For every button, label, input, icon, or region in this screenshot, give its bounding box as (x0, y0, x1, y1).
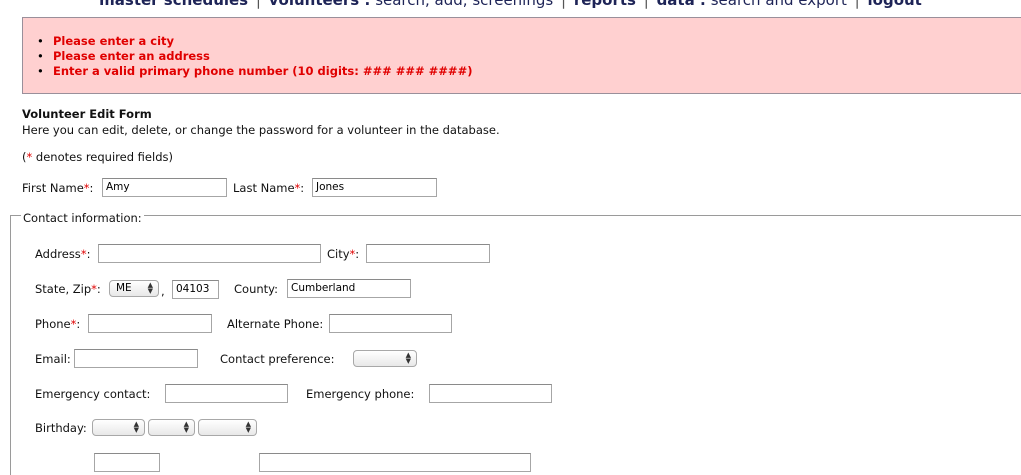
nav-logout-link[interactable]: logout (868, 0, 922, 9)
error-item: Please enter a city (37, 34, 472, 49)
nav-data-label: data : (656, 0, 706, 9)
top-navigation: master schedules | volunteers : search, … (0, 0, 1021, 9)
first-name-input[interactable]: Amy (102, 178, 227, 197)
city-input[interactable] (366, 244, 490, 263)
state-zip-label: State, Zip*: (35, 282, 101, 296)
form-title: Volunteer Edit Form (22, 107, 152, 121)
contact-information-legend: Contact information: (21, 211, 144, 225)
alternate-phone-label: Alternate Phone: (227, 317, 324, 331)
nav-volunteers-label: volunteers : (268, 0, 371, 9)
birthday-month-select[interactable]: ▲ ▼ (92, 419, 145, 436)
birthday-year-select[interactable]: ▲ ▼ (198, 419, 257, 436)
phone-label: Phone*: (35, 317, 81, 331)
address-label: Address*: (35, 247, 91, 261)
select-arrows-icon: ▲ ▼ (133, 420, 139, 434)
state-zip-comma: , (161, 284, 165, 298)
select-arrows-icon: ▲ ▼ (405, 351, 411, 365)
nav-separator: | (255, 0, 261, 9)
nav-separator: | (643, 0, 649, 9)
error-message-box: Please enter a city Please enter an addr… (22, 17, 1021, 94)
alternate-phone-input[interactable] (329, 314, 452, 333)
birthday-day-select[interactable]: ▲ ▼ (148, 419, 195, 436)
nav-separator: | (560, 0, 567, 9)
error-item: Please enter an address (37, 49, 472, 64)
first-name-label: First Name*: (22, 181, 94, 195)
select-arrows-icon: ▲ ▼ (245, 420, 251, 434)
email-input[interactable] (74, 349, 198, 368)
error-item: Enter a valid primary phone number (10 d… (37, 64, 472, 79)
contact-preference-select[interactable]: ▲ ▼ (353, 350, 417, 367)
county-input[interactable]: Cumberland (287, 279, 411, 298)
select-arrows-icon: ▲ ▼ (183, 420, 189, 434)
email-label: Email: (35, 352, 71, 366)
partial-input[interactable] (94, 453, 160, 472)
emergency-contact-input[interactable] (165, 384, 288, 403)
last-name-label: Last Name*: (233, 181, 305, 195)
partial-input[interactable] (259, 453, 531, 472)
form-description: Here you can edit, delete, or change the… (22, 123, 500, 137)
nav-master-schedules-link[interactable]: master schedules (99, 0, 248, 9)
state-select[interactable]: ME ▲ ▼ (109, 280, 159, 297)
city-label: City*: (327, 247, 360, 261)
emergency-phone-label: Emergency phone: (306, 387, 415, 401)
nav-data-links[interactable]: search and export (711, 0, 847, 9)
birthday-label: Birthday: (35, 421, 87, 435)
emergency-contact-label: Emergency contact: (35, 387, 151, 401)
nav-separator: | (854, 0, 860, 9)
emergency-phone-input[interactable] (429, 384, 552, 403)
required-fields-note: (* denotes required fields) (22, 150, 173, 164)
nav-reports-link[interactable]: reports (574, 0, 636, 9)
last-name-input[interactable]: Jones (312, 178, 437, 197)
error-list: Please enter a city Please enter an addr… (37, 34, 472, 79)
county-label: County: (234, 282, 278, 296)
nav-volunteers-links[interactable]: search, add, screenings (375, 0, 553, 9)
contact-preference-label: Contact preference: (220, 352, 335, 366)
address-input[interactable] (98, 244, 321, 263)
zip-input[interactable]: 04103 (172, 280, 219, 299)
phone-input[interactable] (88, 314, 212, 333)
select-arrows-icon: ▲ ▼ (147, 281, 153, 295)
